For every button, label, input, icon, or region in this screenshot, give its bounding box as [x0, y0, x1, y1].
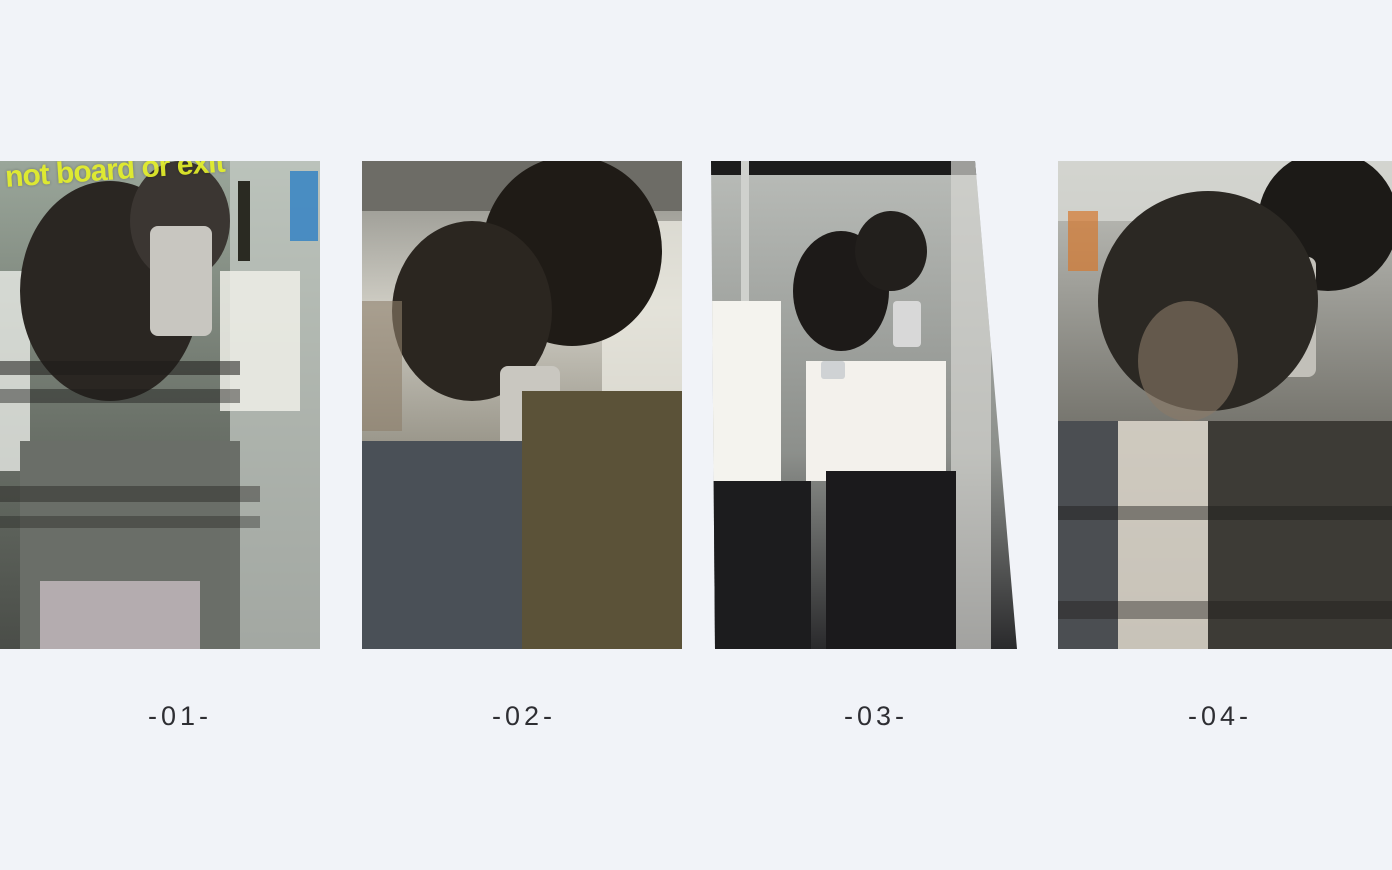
photo-4-caption: -04-: [1187, 701, 1252, 731]
photo-3-image: [711, 161, 1017, 649]
photo-3-caption: -03-: [843, 701, 908, 731]
photo-4[interactable]: [1058, 161, 1392, 649]
photo-3[interactable]: [711, 161, 1017, 649]
photo-gallery: not board or exit -01- -02- -03- -04-: [0, 0, 1392, 870]
photo-2-caption: -02-: [491, 701, 556, 731]
photo-2[interactable]: [362, 161, 682, 649]
photo-1-image: [0, 161, 320, 649]
photo-1[interactable]: not board or exit: [0, 161, 320, 649]
photo-4-image: [1058, 161, 1392, 649]
photo-2-image: [362, 161, 682, 649]
photo-1-caption: -01-: [147, 701, 212, 731]
